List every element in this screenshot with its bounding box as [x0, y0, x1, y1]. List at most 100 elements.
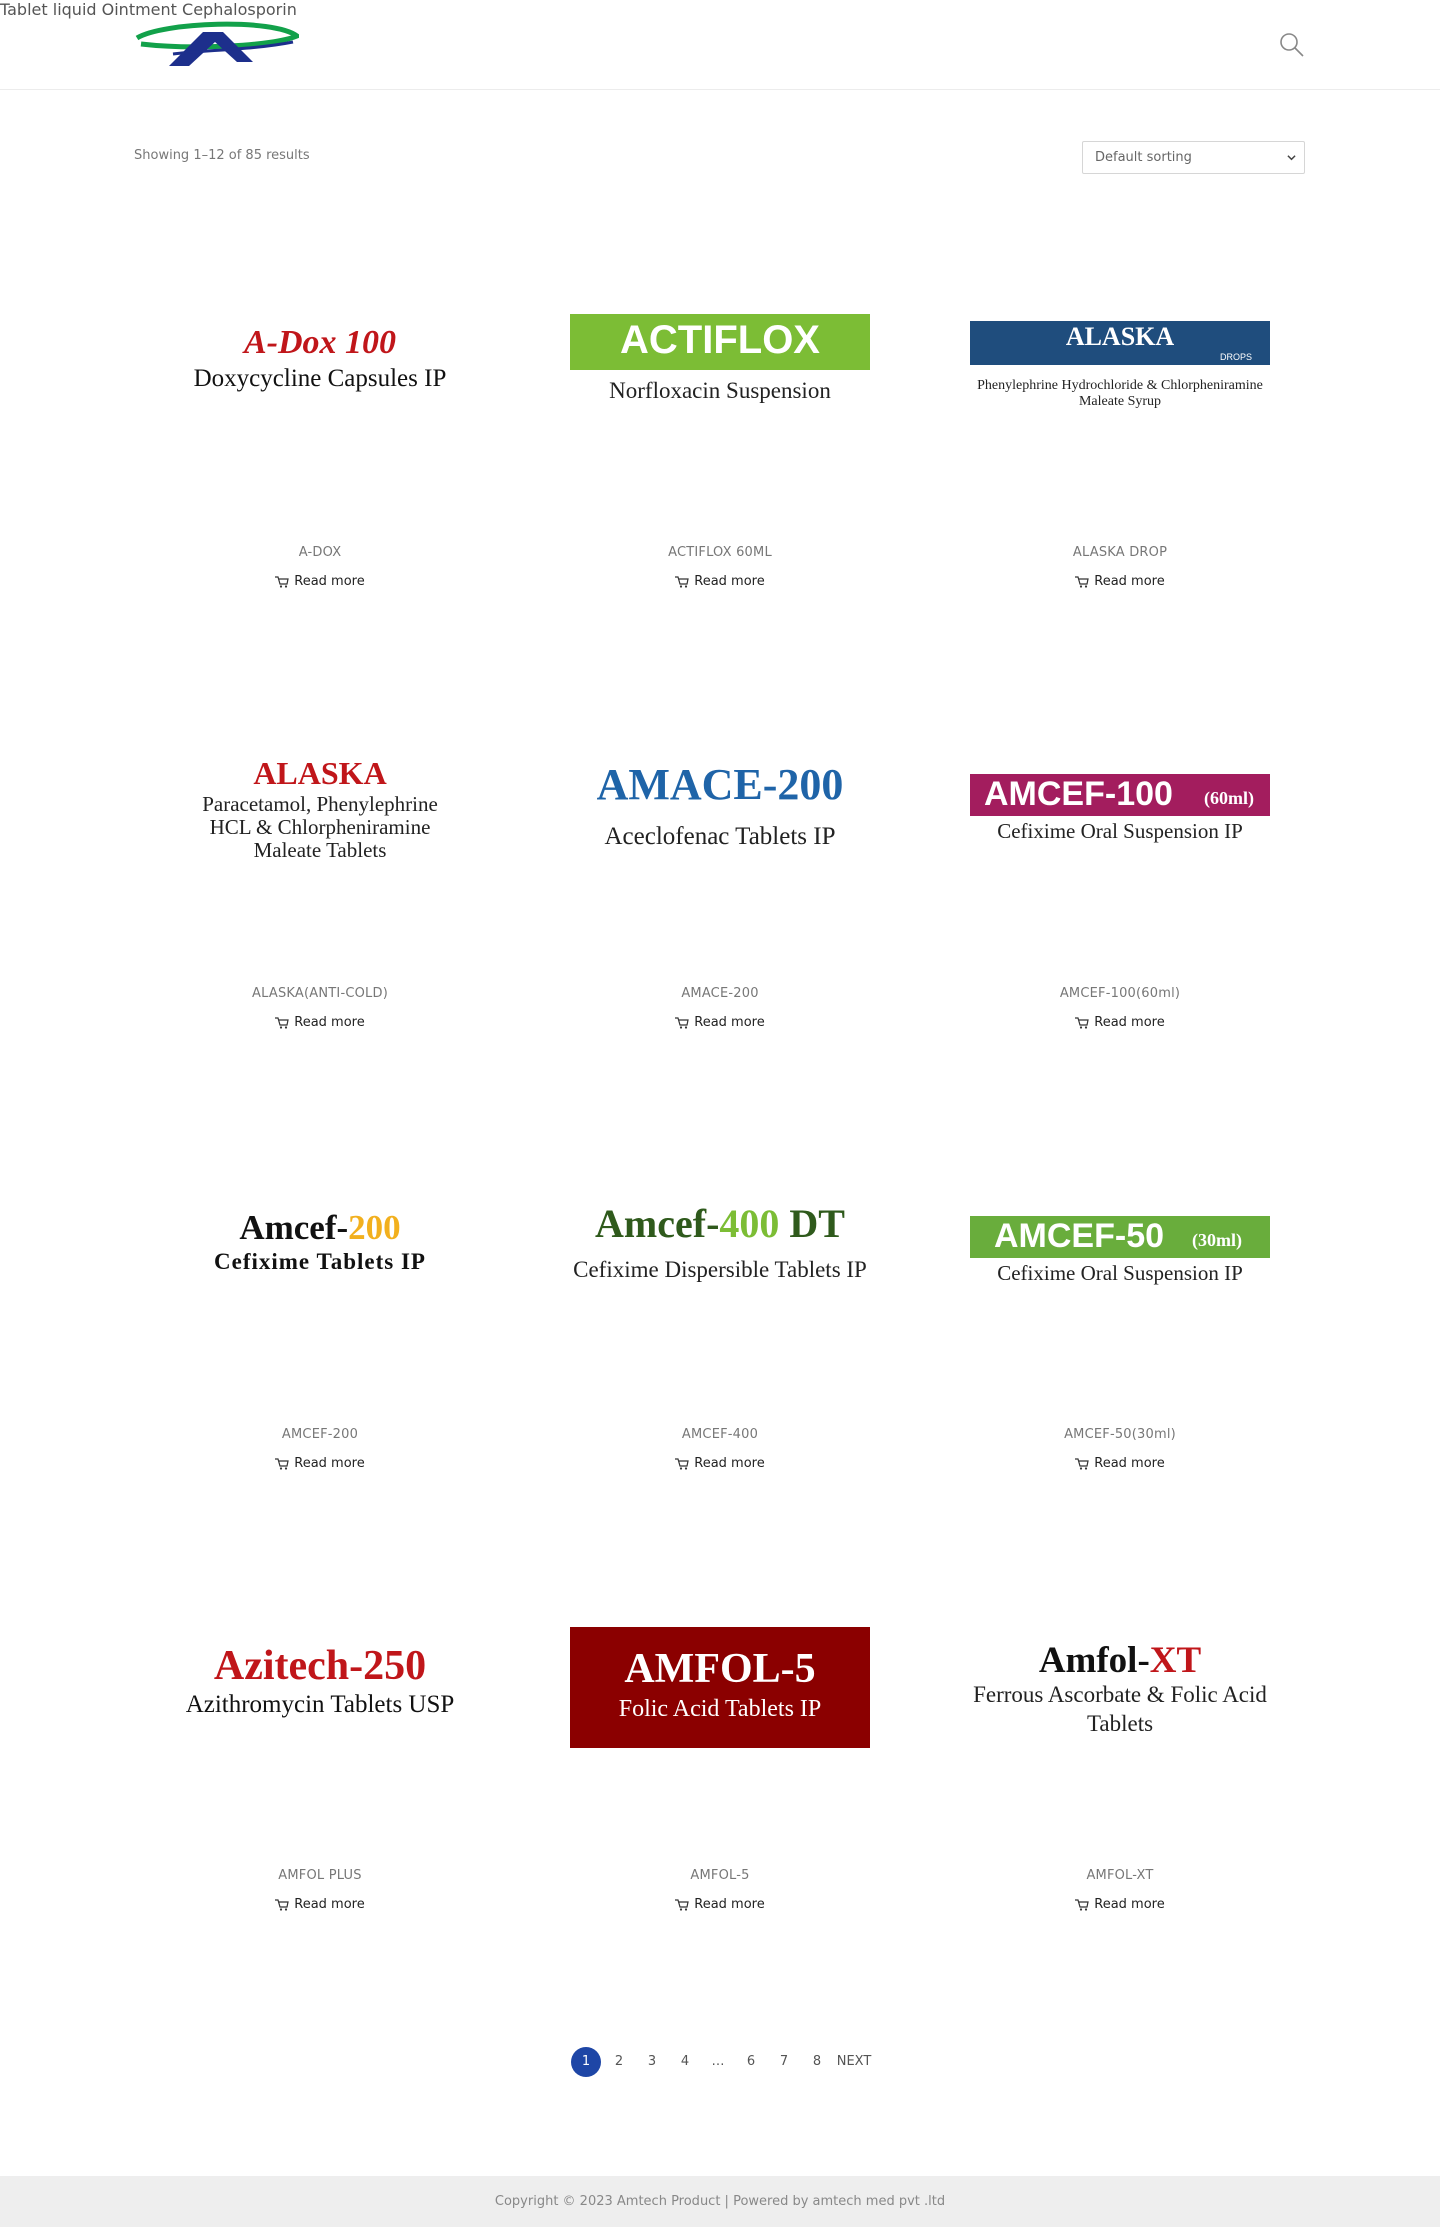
product-name[interactable]: AMCEF-100(60ml): [940, 986, 1300, 1001]
label-title: AMCEF-50: [994, 1217, 1165, 1255]
product-name[interactable]: AMCEF-200: [140, 1427, 500, 1442]
product-image[interactable]: AMACE-200 Aceclofenac Tablets IP: [540, 651, 900, 951]
label-subtitle: Aceclofenac Tablets IP: [604, 823, 836, 850]
page-link-current[interactable]: 1: [571, 2047, 601, 2077]
read-more-label: Read more: [294, 1897, 365, 1912]
label-title: Amfol-XT: [940, 1639, 1300, 1682]
product-name[interactable]: AMCEF-400: [540, 1427, 900, 1442]
product-image[interactable]: ACTIFLOX Norfloxacin Suspension: [540, 210, 900, 510]
label-title: ALASKA: [253, 755, 387, 791]
search-icon[interactable]: [1279, 32, 1305, 58]
cart-icon: [275, 575, 289, 588]
sorting-select[interactable]: Default sorting: [1082, 141, 1305, 174]
label-subtitle: Cefixime Tablets IP: [214, 1249, 426, 1274]
nav-item-liquid[interactable]: liquid: [53, 0, 97, 19]
read-more-label: Read more: [1094, 1015, 1165, 1030]
read-more-label: Read more: [1094, 1897, 1165, 1912]
cart-icon: [1075, 575, 1089, 588]
label-subtitle: Azithromycin Tablets USP: [185, 1691, 455, 1718]
read-more-button[interactable]: Read more: [540, 1456, 900, 1471]
page-link[interactable]: 4: [677, 2047, 693, 2077]
cart-icon: [675, 575, 689, 588]
next-page-link[interactable]: NEXT: [834, 2047, 874, 2077]
cart-icon: [675, 1016, 689, 1029]
read-more-button[interactable]: Read more: [540, 1897, 900, 1912]
nav-item-cephalosporin[interactable]: Cephalosporin: [182, 0, 297, 19]
page-link[interactable]: 6: [743, 2047, 759, 2077]
label-title: Amcef-400 DT: [540, 1200, 900, 1247]
page-link[interactable]: 7: [776, 2047, 792, 2077]
site-footer: Copyright © 2023 Amtech Product | Powere…: [0, 2176, 1440, 2227]
product-name[interactable]: ACTIFLOX 60ML: [540, 545, 900, 560]
nav-item-ointment[interactable]: Ointment: [102, 0, 177, 19]
read-more-label: Read more: [1094, 1456, 1165, 1471]
product-name[interactable]: A-DOX: [140, 545, 500, 560]
read-more-button[interactable]: Read more: [140, 1897, 500, 1912]
label-title-part: Amfol-: [1038, 1640, 1150, 1681]
sorting-selected-value: Default sorting: [1095, 150, 1192, 165]
page-link[interactable]: 2: [611, 2047, 627, 2077]
product-image[interactable]: AMFOL-5 Folic Acid Tablets IP: [540, 1533, 900, 1833]
label-subtitle: Norfloxacin Suspension: [609, 378, 831, 403]
product-image[interactable]: Azitech-250 Azithromycin Tablets USP: [140, 1533, 500, 1833]
label-title-part: Amcef-: [595, 1201, 720, 1246]
read-more-button[interactable]: Read more: [140, 574, 500, 589]
cart-icon: [1075, 1457, 1089, 1470]
label-title-part: 200: [348, 1208, 401, 1247]
label-subtitle: Ferrous Ascorbate & Folic Acid: [973, 1682, 1267, 1707]
read-more-button[interactable]: Read more: [940, 1456, 1300, 1471]
read-more-button[interactable]: Read more: [540, 1015, 900, 1030]
label-title-part: Amcef-: [239, 1208, 349, 1247]
read-more-button[interactable]: Read more: [140, 1456, 500, 1471]
product-image[interactable]: ALASKA DROPS Phenylephrine Hydrochloride…: [940, 210, 1300, 510]
page-ellipsis: …: [711, 2054, 725, 2069]
read-more-label: Read more: [694, 1015, 765, 1030]
read-more-button[interactable]: Read more: [940, 1015, 1300, 1030]
cart-icon: [275, 1898, 289, 1911]
cart-icon: [275, 1457, 289, 1470]
page-link[interactable]: 8: [809, 2047, 825, 2077]
label-title: A-Dox 100: [243, 324, 397, 361]
label-subtitle: Tablets: [1086, 1711, 1154, 1736]
site-header: Tablet liquid Ointment Cephalosporin: [0, 0, 1440, 90]
product-name[interactable]: ALASKA(ANTI-COLD): [140, 986, 500, 1001]
read-more-label: Read more: [1094, 574, 1165, 589]
read-more-button[interactable]: Read more: [140, 1015, 500, 1030]
product-image[interactable]: AMCEF-100 (60ml) Cefixime Oral Suspensio…: [940, 651, 1300, 951]
label-subtitle: Doxycycline Capsules IP: [193, 365, 447, 392]
product-name[interactable]: ALASKA DROP: [940, 545, 1300, 560]
result-count: Showing 1–12 of 85 results: [134, 148, 310, 163]
read-more-button[interactable]: Read more: [940, 1897, 1300, 1912]
product-image[interactable]: Amcef-200 Cefixime Tablets IP: [140, 1092, 500, 1392]
read-more-button[interactable]: Read more: [540, 574, 900, 589]
label-subtitle: Maleate Tablets: [253, 838, 387, 862]
label-tag: (30ml): [1192, 1230, 1242, 1250]
label-title: AMFOL-5: [624, 1646, 816, 1692]
product-image[interactable]: Amcef-400 DT Cefixime Dispersible Tablet…: [540, 1092, 900, 1392]
nav-item-tablet[interactable]: Tablet: [0, 0, 48, 19]
label-title: Azitech-250: [213, 1643, 427, 1689]
label-title: ACTIFLOX: [620, 318, 820, 362]
brand-logo[interactable]: [133, 20, 299, 70]
product-name[interactable]: AMFOL-XT: [940, 1868, 1300, 1883]
product-name[interactable]: AMFOL-5: [540, 1868, 900, 1883]
product-image[interactable]: Amfol-XT Ferrous Ascorbate & Folic Acid …: [940, 1533, 1300, 1833]
product-image[interactable]: ALASKA Paracetamol, Phenylephrine HCL & …: [140, 651, 500, 951]
read-more-label: Read more: [694, 1456, 765, 1471]
read-more-button[interactable]: Read more: [940, 574, 1300, 589]
product-name[interactable]: AMFOL PLUS: [140, 1868, 500, 1883]
page-link[interactable]: 3: [644, 2047, 660, 2077]
product-name[interactable]: AMACE-200: [540, 986, 900, 1001]
label-title-part: 400: [719, 1201, 780, 1246]
cart-icon: [275, 1016, 289, 1029]
product-image[interactable]: AMCEF-50 (30ml) Cefixime Oral Suspension…: [940, 1092, 1300, 1392]
chevron-down-icon: [1287, 155, 1296, 161]
product-name[interactable]: AMCEF-50(30ml): [940, 1427, 1300, 1442]
label-tag: (60ml): [1204, 788, 1254, 808]
label-subtitle: HCL & Chlorpheniramine: [209, 815, 431, 839]
copyright-text: Copyright © 2023 Amtech Product | Powere…: [494, 2194, 946, 2209]
cart-icon: [1075, 1898, 1089, 1911]
cart-icon: [675, 1457, 689, 1470]
product-image[interactable]: A-Dox 100 Doxycycline Capsules IP: [140, 210, 500, 510]
label-subtitle: Folic Acid Tablets IP: [618, 1696, 822, 1722]
